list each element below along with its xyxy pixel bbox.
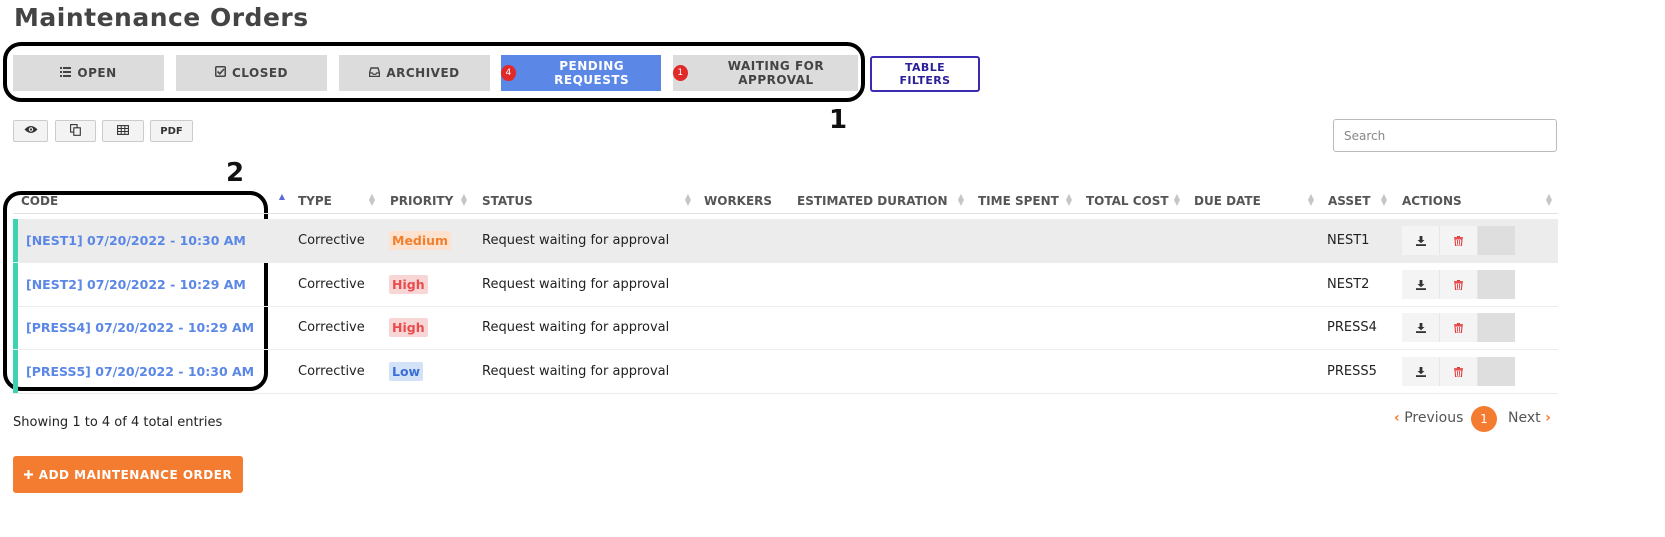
trash-icon bbox=[1454, 231, 1463, 250]
download-icon bbox=[1415, 231, 1426, 250]
excel-export-button[interactable] bbox=[102, 120, 144, 142]
download-button[interactable] bbox=[1402, 356, 1440, 386]
chevron-left-icon: ‹ bbox=[1394, 410, 1400, 426]
order-status: Request waiting for approval bbox=[482, 320, 670, 335]
row-status-marker bbox=[13, 349, 18, 393]
table-row[interactable]: [PRESS5] 07/20/2022 - 10:30 AM Correctiv… bbox=[13, 349, 1558, 394]
pagination-next[interactable]: Next › bbox=[1508, 410, 1551, 426]
pagination-page-current[interactable]: 1 bbox=[1471, 406, 1497, 432]
plus-icon bbox=[23, 468, 33, 482]
column-visibility-button[interactable] bbox=[13, 120, 48, 142]
download-button[interactable] bbox=[1402, 226, 1440, 255]
table-icon bbox=[117, 124, 129, 138]
table-row[interactable]: [PRESS4] 07/20/2022 - 10:29 AM Correctiv… bbox=[13, 306, 1558, 350]
trash-icon bbox=[1454, 362, 1463, 381]
pagination-previous-label: Previous bbox=[1404, 410, 1464, 426]
order-code-link[interactable]: [PRESS4] 07/20/2022 - 10:29 AM bbox=[26, 320, 254, 335]
column-header-total-cost[interactable]: TOTAL COST bbox=[1086, 194, 1169, 208]
sort-icon[interactable]: ▲ ▼ bbox=[1173, 193, 1181, 207]
column-header-time-spent[interactable]: TIME SPENT bbox=[978, 194, 1059, 208]
download-icon bbox=[1415, 275, 1426, 294]
column-header-workers: WORKERS bbox=[704, 194, 773, 208]
order-code-link[interactable]: [NEST1] 07/20/2022 - 10:30 AM bbox=[26, 233, 246, 248]
annotation-number-1: 1 bbox=[829, 105, 848, 135]
order-type: Corrective bbox=[298, 363, 365, 379]
download-icon bbox=[1415, 318, 1426, 337]
row-status-marker bbox=[13, 306, 18, 349]
table-row[interactable]: [NEST1] 07/20/2022 - 10:30 AM Corrective… bbox=[13, 219, 1558, 263]
row-actions bbox=[1402, 269, 1515, 299]
add-maintenance-order-button[interactable]: ADD MAINTENANCE ORDER bbox=[13, 456, 243, 493]
column-header-due-date[interactable]: DUE DATE bbox=[1194, 194, 1261, 208]
sort-icon[interactable]: ▲ ▼ bbox=[1307, 193, 1315, 207]
order-status: Request waiting for approval bbox=[482, 363, 670, 379]
row-status-marker bbox=[13, 219, 18, 262]
pdf-export-button[interactable]: PDF bbox=[150, 120, 193, 142]
sort-icon[interactable]: ▲ ▼ bbox=[1545, 193, 1553, 207]
download-button[interactable] bbox=[1402, 313, 1440, 342]
delete-button[interactable] bbox=[1440, 269, 1478, 299]
page-title: Maintenance Orders bbox=[14, 3, 309, 32]
table-row[interactable]: [NEST2] 07/20/2022 - 10:29 AM Corrective… bbox=[13, 262, 1558, 307]
pagination-next-label: Next bbox=[1508, 410, 1541, 426]
row-actions bbox=[1402, 226, 1515, 255]
order-status: Request waiting for approval bbox=[482, 276, 670, 292]
order-asset: NEST2 bbox=[1327, 276, 1370, 292]
pagination-previous[interactable]: ‹ Previous bbox=[1394, 410, 1463, 426]
order-type: Corrective bbox=[298, 233, 365, 248]
sort-icon[interactable]: ▲ ▼ bbox=[460, 193, 468, 207]
column-header-priority[interactable]: PRIORITY bbox=[390, 194, 453, 208]
row-actions bbox=[1402, 356, 1515, 386]
eye-icon bbox=[24, 125, 38, 137]
trash-icon bbox=[1454, 318, 1463, 337]
sort-icon[interactable]: ▲ ▼ bbox=[1065, 193, 1073, 207]
column-header-status[interactable]: STATUS bbox=[482, 194, 533, 208]
row-status-marker bbox=[13, 262, 18, 306]
priority-badge: High bbox=[389, 274, 428, 294]
copy-icon bbox=[70, 123, 81, 139]
search-input[interactable] bbox=[1333, 119, 1557, 152]
order-asset: PRESS4 bbox=[1327, 320, 1377, 335]
order-type: Corrective bbox=[298, 320, 365, 335]
priority-badge: High bbox=[389, 318, 428, 337]
more-actions-button[interactable] bbox=[1478, 269, 1515, 299]
order-type: Corrective bbox=[298, 276, 365, 292]
sort-ascending-icon[interactable]: ▲▼ bbox=[278, 193, 286, 206]
priority-badge: Medium bbox=[389, 231, 452, 250]
column-header-code[interactable]: CODE bbox=[21, 194, 58, 208]
download-icon bbox=[1415, 362, 1426, 381]
order-asset: NEST1 bbox=[1327, 233, 1370, 248]
annotation-box-tabs bbox=[3, 42, 865, 102]
sort-icon[interactable]: ▲ ▼ bbox=[957, 193, 965, 207]
table-header: CODE ▲▼ TYPE ▲▼ PRIORITY ▲▼ STATUS ▲▼ WO… bbox=[13, 191, 1558, 214]
column-header-estimated-duration[interactable]: ESTIMATED DURATION bbox=[797, 194, 948, 208]
more-actions-button[interactable] bbox=[1478, 313, 1515, 342]
table-filters-button[interactable]: TABLE FILTERS bbox=[870, 56, 980, 92]
add-maintenance-order-label: ADD MAINTENANCE ORDER bbox=[38, 467, 233, 482]
column-header-asset[interactable]: ASSET bbox=[1328, 194, 1370, 208]
copy-button[interactable] bbox=[55, 120, 96, 142]
order-status: Request waiting for approval bbox=[482, 233, 670, 248]
more-actions-button[interactable] bbox=[1478, 226, 1515, 255]
sort-icon[interactable]: ▲ ▼ bbox=[368, 193, 376, 207]
delete-button[interactable] bbox=[1440, 313, 1478, 342]
more-actions-button[interactable] bbox=[1478, 356, 1515, 386]
delete-button[interactable] bbox=[1440, 356, 1478, 386]
column-header-type[interactable]: TYPE bbox=[298, 194, 332, 208]
chevron-right-icon: › bbox=[1545, 410, 1551, 426]
annotation-number-2: 2 bbox=[226, 158, 245, 188]
column-header-actions: ACTIONS bbox=[1402, 194, 1462, 208]
order-code-link[interactable]: [NEST2] 07/20/2022 - 10:29 AM bbox=[26, 277, 246, 292]
sort-icon[interactable]: ▲ ▼ bbox=[1380, 193, 1388, 207]
trash-icon bbox=[1454, 275, 1463, 294]
order-code-link[interactable]: [PRESS5] 07/20/2022 - 10:30 AM bbox=[26, 364, 254, 379]
sort-icon[interactable]: ▲ ▼ bbox=[684, 193, 692, 207]
download-button[interactable] bbox=[1402, 269, 1440, 299]
entries-summary: Showing 1 to 4 of 4 total entries bbox=[13, 415, 223, 430]
priority-badge: Low bbox=[389, 361, 424, 381]
order-asset: PRESS5 bbox=[1327, 363, 1377, 379]
delete-button[interactable] bbox=[1440, 226, 1478, 255]
row-actions bbox=[1402, 313, 1515, 342]
